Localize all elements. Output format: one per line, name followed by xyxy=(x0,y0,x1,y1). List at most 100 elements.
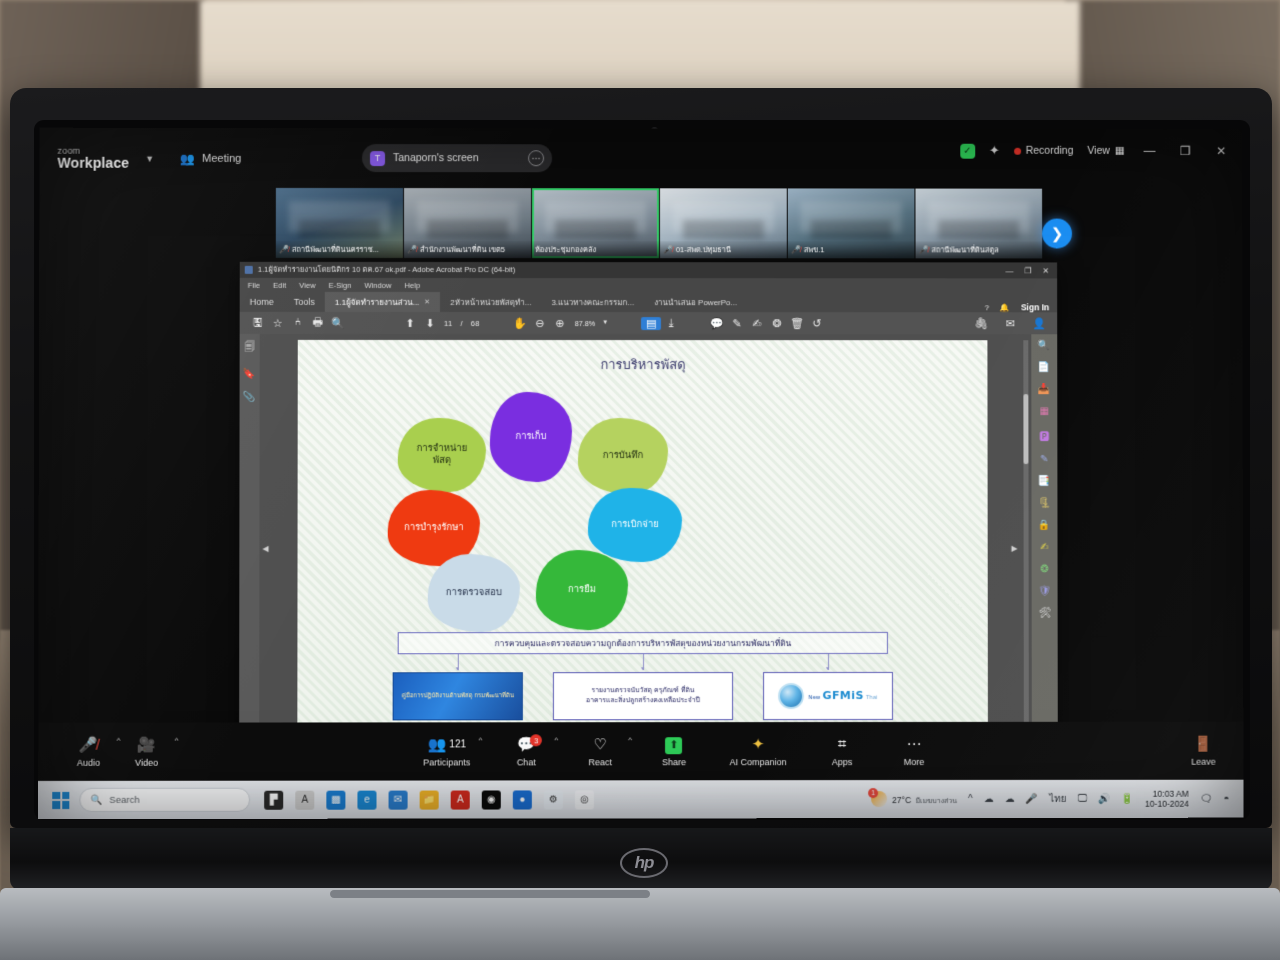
chevron-down-icon[interactable]: ▼ xyxy=(145,154,154,164)
close-icon[interactable]: ✕ xyxy=(1042,266,1049,275)
menu-item-window[interactable]: Window xyxy=(364,280,391,289)
close-icon[interactable]: ✕ xyxy=(1210,144,1232,158)
acrobat-tab-5[interactable]: งานนำเสนอ PowerPo... xyxy=(644,292,747,312)
mail-icon[interactable]: ✉ xyxy=(1000,317,1020,330)
protect-pdf-icon[interactable]: 🔒 xyxy=(1038,520,1050,531)
microphone-icon[interactable]: 🎤 xyxy=(1026,793,1038,804)
sign-in-button[interactable]: Sign In xyxy=(1021,302,1049,312)
more-tools-icon[interactable]: 🛠 xyxy=(1038,608,1051,619)
acrobat-tab-4[interactable]: 3.แนวทางคณะกรรมก... xyxy=(541,292,644,312)
trash-icon[interactable]: 🗑 xyxy=(787,317,807,330)
weather-widget[interactable]: 1 27°C มีเมฆบางส่วน xyxy=(868,788,957,808)
react-button[interactable]: ♡ React xyxy=(574,735,626,767)
adobe-acrobat-icon[interactable]: A xyxy=(450,790,470,810)
react-chevron-icon[interactable]: ^ xyxy=(628,735,632,744)
attachment-icon[interactable]: 📎 xyxy=(243,392,255,403)
chevron-up-icon[interactable]: ^ xyxy=(968,793,973,804)
share-node-icon[interactable]: ⑃ xyxy=(288,317,308,329)
more-button[interactable]: ⋯ More xyxy=(888,735,940,767)
participants-button[interactable]: 👥 121 Participants xyxy=(417,735,476,767)
participant-thumbnail[interactable]: 🎤̸ สพข.1 xyxy=(787,188,915,259)
stamp-icon[interactable]: ❂ xyxy=(767,317,787,330)
restore-icon[interactable]: ❐ xyxy=(1174,144,1196,158)
ai-sparkle-icon[interactable]: ✦ xyxy=(989,143,1000,159)
fill-sign-icon[interactable]: ✍ xyxy=(1040,542,1048,553)
collapse-right-icon[interactable]: ▶ xyxy=(1011,544,1017,553)
task-view-icon[interactable]: ▛ xyxy=(264,790,284,810)
store-icon[interactable]: ▩ xyxy=(326,790,346,810)
bookmark-icon[interactable]: 🔖 xyxy=(243,369,255,380)
zoom-app-icon[interactable]: ◉ xyxy=(481,789,501,810)
onedrive-personal-icon[interactable]: ☁ xyxy=(1005,793,1015,804)
shared-screen-pill[interactable]: T Tanaporn's screen ⋯ xyxy=(362,144,553,173)
leave-button[interactable]: 🚪 Leave xyxy=(1177,735,1229,767)
onedrive-icon[interactable]: ☁ xyxy=(984,793,994,804)
zoom-level[interactable]: 87.8% xyxy=(575,319,595,328)
participant-thumbnail[interactable]: 🎤̸ 01-สพด.ปทุมธานี xyxy=(659,188,787,259)
zoom-out-icon[interactable]: ⊖ xyxy=(530,317,550,330)
display-icon[interactable]: 🖵 xyxy=(1078,793,1088,804)
clock[interactable]: 10:03 AM 10-10-2024 xyxy=(1145,788,1189,809)
chevron-right-icon[interactable]: ❯ xyxy=(1042,218,1073,249)
comment-tool-icon[interactable]: ✎ xyxy=(1040,454,1048,465)
copilot-icon[interactable]: ◓ xyxy=(1223,793,1229,804)
compress-pdf-icon[interactable]: 🗜 xyxy=(1038,498,1051,509)
help-circle-icon[interactable]: ? xyxy=(985,303,989,312)
signature-icon[interactable]: ✍ xyxy=(747,317,767,330)
menu-item-file[interactable]: File xyxy=(248,280,260,289)
highlight-pen-icon[interactable]: ✎ xyxy=(727,317,747,330)
arrow-up-circle-icon[interactable]: ⬆ xyxy=(400,316,420,329)
menu-item-help[interactable]: Help xyxy=(404,280,420,289)
language-indicator[interactable]: ไทย xyxy=(1049,791,1066,806)
acrobat-tab-2[interactable]: 1.1ผู้จัดทำรายงานส่วน... ✕ xyxy=(324,291,441,312)
close-icon[interactable]: ✕ xyxy=(424,298,430,306)
edge-icon[interactable]: e xyxy=(357,790,377,810)
audio-button[interactable]: 🎤̸ Audio xyxy=(62,736,114,768)
file-explorer-icon[interactable]: 📁 xyxy=(419,790,439,810)
acrobat-tab-1[interactable]: Tools xyxy=(284,292,325,312)
current-page-field[interactable]: 11 xyxy=(444,318,452,327)
windows-start-icon[interactable] xyxy=(52,791,70,809)
menu-item-edit[interactable]: Edit xyxy=(273,280,286,289)
menu-item-esign[interactable]: E-Sign xyxy=(329,280,352,289)
line-app-icon[interactable]: ● xyxy=(512,789,532,810)
speaker-icon[interactable]: 🔊 xyxy=(1098,793,1110,804)
collapse-left-icon[interactable]: ◀ xyxy=(262,544,268,553)
chat-button[interactable]: 3 💬 Chat xyxy=(500,734,552,767)
search-input[interactable]: 🔍 Search xyxy=(79,787,251,813)
organize-pages-icon[interactable]: ▦ xyxy=(1040,406,1049,417)
video-button[interactable]: 🎥 Video xyxy=(120,736,172,768)
participants-chevron-icon[interactable]: ^ xyxy=(478,735,482,744)
arrow-down-circle-icon[interactable]: ⬇ xyxy=(420,316,440,329)
acrobat-tab-0[interactable]: Home xyxy=(240,292,284,312)
page-select-icon[interactable]: ▤ xyxy=(641,316,662,330)
recording-indicator[interactable]: Recording xyxy=(1013,145,1073,157)
view-button[interactable]: View ▦ xyxy=(1087,145,1124,157)
minimize-icon[interactable]: — xyxy=(1139,144,1161,158)
menu-item-view[interactable]: View xyxy=(299,280,315,289)
mail-icon[interactable]: ✉ xyxy=(388,790,408,810)
participant-thumbnail[interactable]: 🎤̸ สถานีพัฒนาที่ดินสตูล xyxy=(915,188,1043,259)
apps-button[interactable]: ⌗ Apps xyxy=(816,735,868,767)
export-pdf-icon[interactable]: 📄 xyxy=(1038,362,1050,373)
meeting-tab[interactable]: 👥 Meeting xyxy=(180,152,241,166)
minimize-icon[interactable]: — xyxy=(1005,266,1013,275)
zoom-in-icon[interactable]: ⊕ xyxy=(550,317,570,330)
shield-check-icon[interactable]: ✓ xyxy=(959,143,975,159)
restore-icon[interactable]: ❐ xyxy=(1024,266,1031,275)
ai-companion-button[interactable]: ✦ AI Companion xyxy=(720,735,796,767)
star-icon[interactable]: ☆ xyxy=(268,316,288,329)
battery-icon[interactable]: 🔋 xyxy=(1122,793,1134,804)
save-icon[interactable]: 🖫 xyxy=(248,313,268,332)
participant-thumbnail[interactable]: ห้องประชุมกองคลัง xyxy=(532,188,659,259)
notification-bell-icon[interactable]: 🔔 xyxy=(1000,303,1010,312)
scrollbar-thumb[interactable] xyxy=(1023,394,1029,465)
video-options-chevron-icon[interactable]: ^ xyxy=(175,736,179,745)
chat-chevron-icon[interactable]: ^ xyxy=(554,735,558,744)
acrobat-page-area[interactable]: ◀ ▶ การบริหารพัสดุ การจำหน่าย พัสดุ การเก็… xyxy=(259,333,1032,751)
attach-cloud-icon[interactable]: 🖇 xyxy=(971,317,991,330)
share-button[interactable]: ⬆ Share xyxy=(648,735,700,767)
account-add-icon[interactable]: 👤 xyxy=(1029,317,1049,330)
page-thumbnails-icon[interactable]: 🗐 xyxy=(245,340,255,357)
search-icon[interactable]: 🔍 xyxy=(328,316,348,329)
